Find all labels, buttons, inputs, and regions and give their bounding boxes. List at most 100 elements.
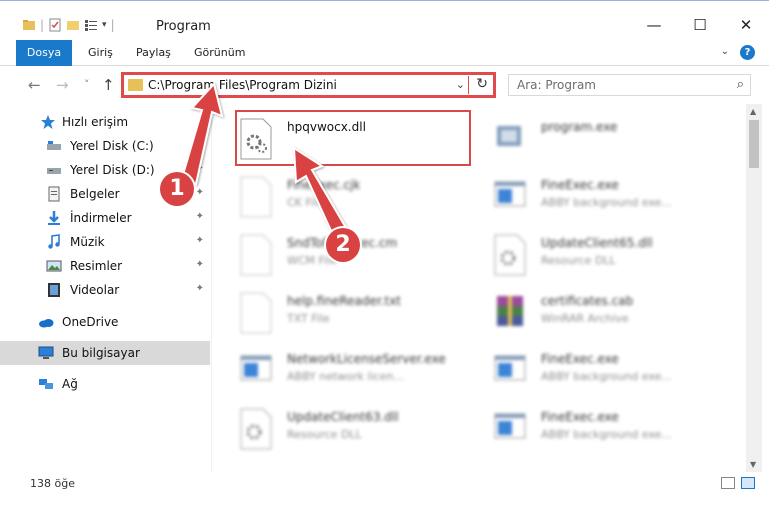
file-type: TXT File (287, 312, 330, 325)
network-icon (39, 379, 53, 389)
minimize-button[interactable]: — (631, 10, 677, 40)
sidebar-item-downloads[interactable]: İndirmeler ✦ (0, 206, 210, 230)
callout-step-2: 2 (326, 228, 360, 262)
pin-icon[interactable]: ✦ (196, 139, 204, 150)
sidebar-item-local-disk-c[interactable]: Yerel Disk (C:) ✦ (0, 134, 210, 158)
sidebar-item-label: Müzik (70, 235, 105, 249)
new-folder-icon[interactable] (66, 18, 80, 32)
pin-icon[interactable]: ✦ (196, 211, 204, 222)
file-item[interactable]: FineExec.exe ABBY background exe... (489, 344, 739, 404)
sidebar-item-music[interactable]: Müzik ✦ (0, 230, 210, 254)
sidebar-item-label: Belgeler (70, 187, 120, 201)
sidebar-item-this-pc[interactable]: Bu bilgisayar (0, 341, 210, 365)
sidebar-item-label: Yerel Disk (D:) (70, 163, 155, 177)
address-path[interactable]: C:\Program Files\Program Dizini (148, 78, 337, 92)
address-divider (468, 76, 469, 94)
properties-icon[interactable] (48, 18, 62, 32)
address-bar[interactable]: C:\Program Files\Program Dizini ⌄ ↻ (121, 72, 496, 98)
file-item[interactable]: UpdateClient63.dll Resource DLL (235, 402, 485, 462)
sidebar-item-network[interactable]: Ağ (0, 372, 210, 396)
drive-icon (47, 141, 61, 150)
customize-toolbar-icon[interactable]: ▾ (102, 20, 107, 30)
file-name: UpdateClient63.dll (287, 410, 399, 424)
file-name: hpqvwocx.dll (287, 120, 366, 134)
sidebar-item-label: Bu bilgisayar (62, 346, 140, 360)
pin-icon[interactable]: ✦ (196, 163, 204, 174)
sidebar-item-label: Videolar (70, 283, 120, 297)
list-view-icon[interactable] (84, 18, 98, 32)
tiles-view-icon[interactable] (741, 477, 755, 489)
back-button[interactable]: ← (28, 76, 41, 94)
sidebar-item-label: Hızlı erişim (62, 115, 129, 129)
sidebar-item-quick-access[interactable]: Hızlı erişim (0, 110, 210, 134)
tab-view[interactable]: Görünüm (194, 40, 245, 66)
sidebar-item-pictures[interactable]: Resimler ✦ (0, 254, 210, 278)
maximize-button[interactable]: ☐ (677, 10, 723, 40)
file-type: ABBY background exe... (541, 370, 672, 383)
search-input[interactable]: Ara: Program (517, 78, 596, 92)
file-item[interactable]: UpdateClient65.dll Resource DLL (489, 228, 739, 288)
recent-locations-button[interactable]: ˅ (84, 78, 90, 91)
file-item[interactable]: NetworkLicenseServer.exe ABBY network li… (235, 344, 485, 404)
file-name: FineExec.exe (541, 178, 619, 192)
file-name: FineExec.exe (541, 352, 619, 366)
blank-file-icon (240, 176, 272, 218)
file-item[interactable]: hpqvwocx.dll (235, 112, 485, 172)
sidebar-item-label: İndirmeler (70, 211, 132, 225)
scroll-thumb[interactable] (749, 120, 759, 168)
pin-icon[interactable]: ✦ (196, 187, 204, 198)
chevron-down-icon[interactable]: ⌄ (456, 78, 465, 91)
blank-file-icon (240, 292, 272, 334)
file-item[interactable]: FineExec.cjk CK File (235, 170, 485, 230)
forward-button[interactable]: → (56, 76, 69, 94)
file-name: FineExec.exe (541, 410, 619, 424)
tab-share[interactable]: Paylaş (136, 40, 171, 66)
file-type: CK File (287, 196, 324, 209)
music-icon (48, 234, 60, 249)
folder-icon[interactable] (22, 18, 36, 32)
search-icon[interactable]: ⌕ (737, 77, 744, 92)
tab-home[interactable]: Giriş (88, 40, 113, 66)
sidebar-item-onedrive[interactable]: OneDrive (0, 310, 210, 334)
vertical-scrollbar[interactable]: ▲ ▼ (746, 104, 762, 472)
details-view-icon[interactable] (721, 477, 735, 489)
winrar-icon (497, 296, 523, 326)
window-title: Program (156, 19, 211, 34)
file-list: hpqvwocx.dll program.exe FineExec.cjk CK… (213, 104, 746, 472)
sidebar-item-label: OneDrive (62, 315, 119, 329)
navigation-pane: Hızlı erişim Yerel Disk (C:) ✦ Yerel Dis… (0, 104, 212, 472)
file-item[interactable]: certificates.cab WinRAR Archive (489, 286, 739, 346)
computer-icon (38, 346, 54, 359)
search-box[interactable]: Ara: Program ⌕ (508, 74, 751, 96)
dll-gear-icon (240, 118, 272, 160)
file-name: help.fineReader.txt (287, 294, 401, 308)
pin-icon[interactable]: ✦ (196, 259, 204, 270)
file-name: NetworkLicenseServer.exe (287, 352, 446, 366)
pin-icon[interactable]: ✦ (196, 283, 204, 294)
dll-gear-icon (240, 408, 272, 450)
onedrive-icon (39, 319, 54, 328)
refresh-button[interactable]: ↻ (476, 76, 488, 92)
sidebar-item-videos[interactable]: Videolar ✦ (0, 278, 210, 302)
file-item[interactable]: help.fineReader.txt TXT File (235, 286, 485, 346)
file-type: ABBY background exe... (541, 428, 672, 441)
scroll-up-icon[interactable]: ▲ (750, 107, 756, 116)
star-icon (41, 115, 55, 129)
expand-ribbon-icon[interactable]: ⌄ (721, 46, 729, 57)
blank-file-icon (240, 234, 272, 276)
file-type: Resource DLL (287, 428, 362, 441)
toolbar-divider: | (110, 18, 115, 32)
pin-icon[interactable]: ✦ (196, 235, 204, 246)
help-button[interactable]: ? (740, 45, 755, 60)
file-name: UpdateClient65.dll (541, 236, 653, 250)
window-app-icon (240, 355, 272, 381)
file-item[interactable]: FineExec.exe ABBY background exe... (489, 402, 739, 462)
file-item[interactable]: FineExec.exe ABBY background exe... (489, 170, 739, 230)
dll-gear-icon (494, 234, 526, 276)
close-button[interactable]: ✕ (723, 10, 769, 40)
navigation-bar: ← → ˅ ↑ C:\Program Files\Program Dizini … (0, 66, 769, 104)
file-item[interactable]: program.exe (489, 112, 739, 172)
file-item[interactable]: SndToFineExec.cm WCM File (235, 228, 485, 288)
scroll-down-icon[interactable]: ▼ (750, 460, 756, 469)
up-button[interactable]: ↑ (102, 76, 115, 94)
